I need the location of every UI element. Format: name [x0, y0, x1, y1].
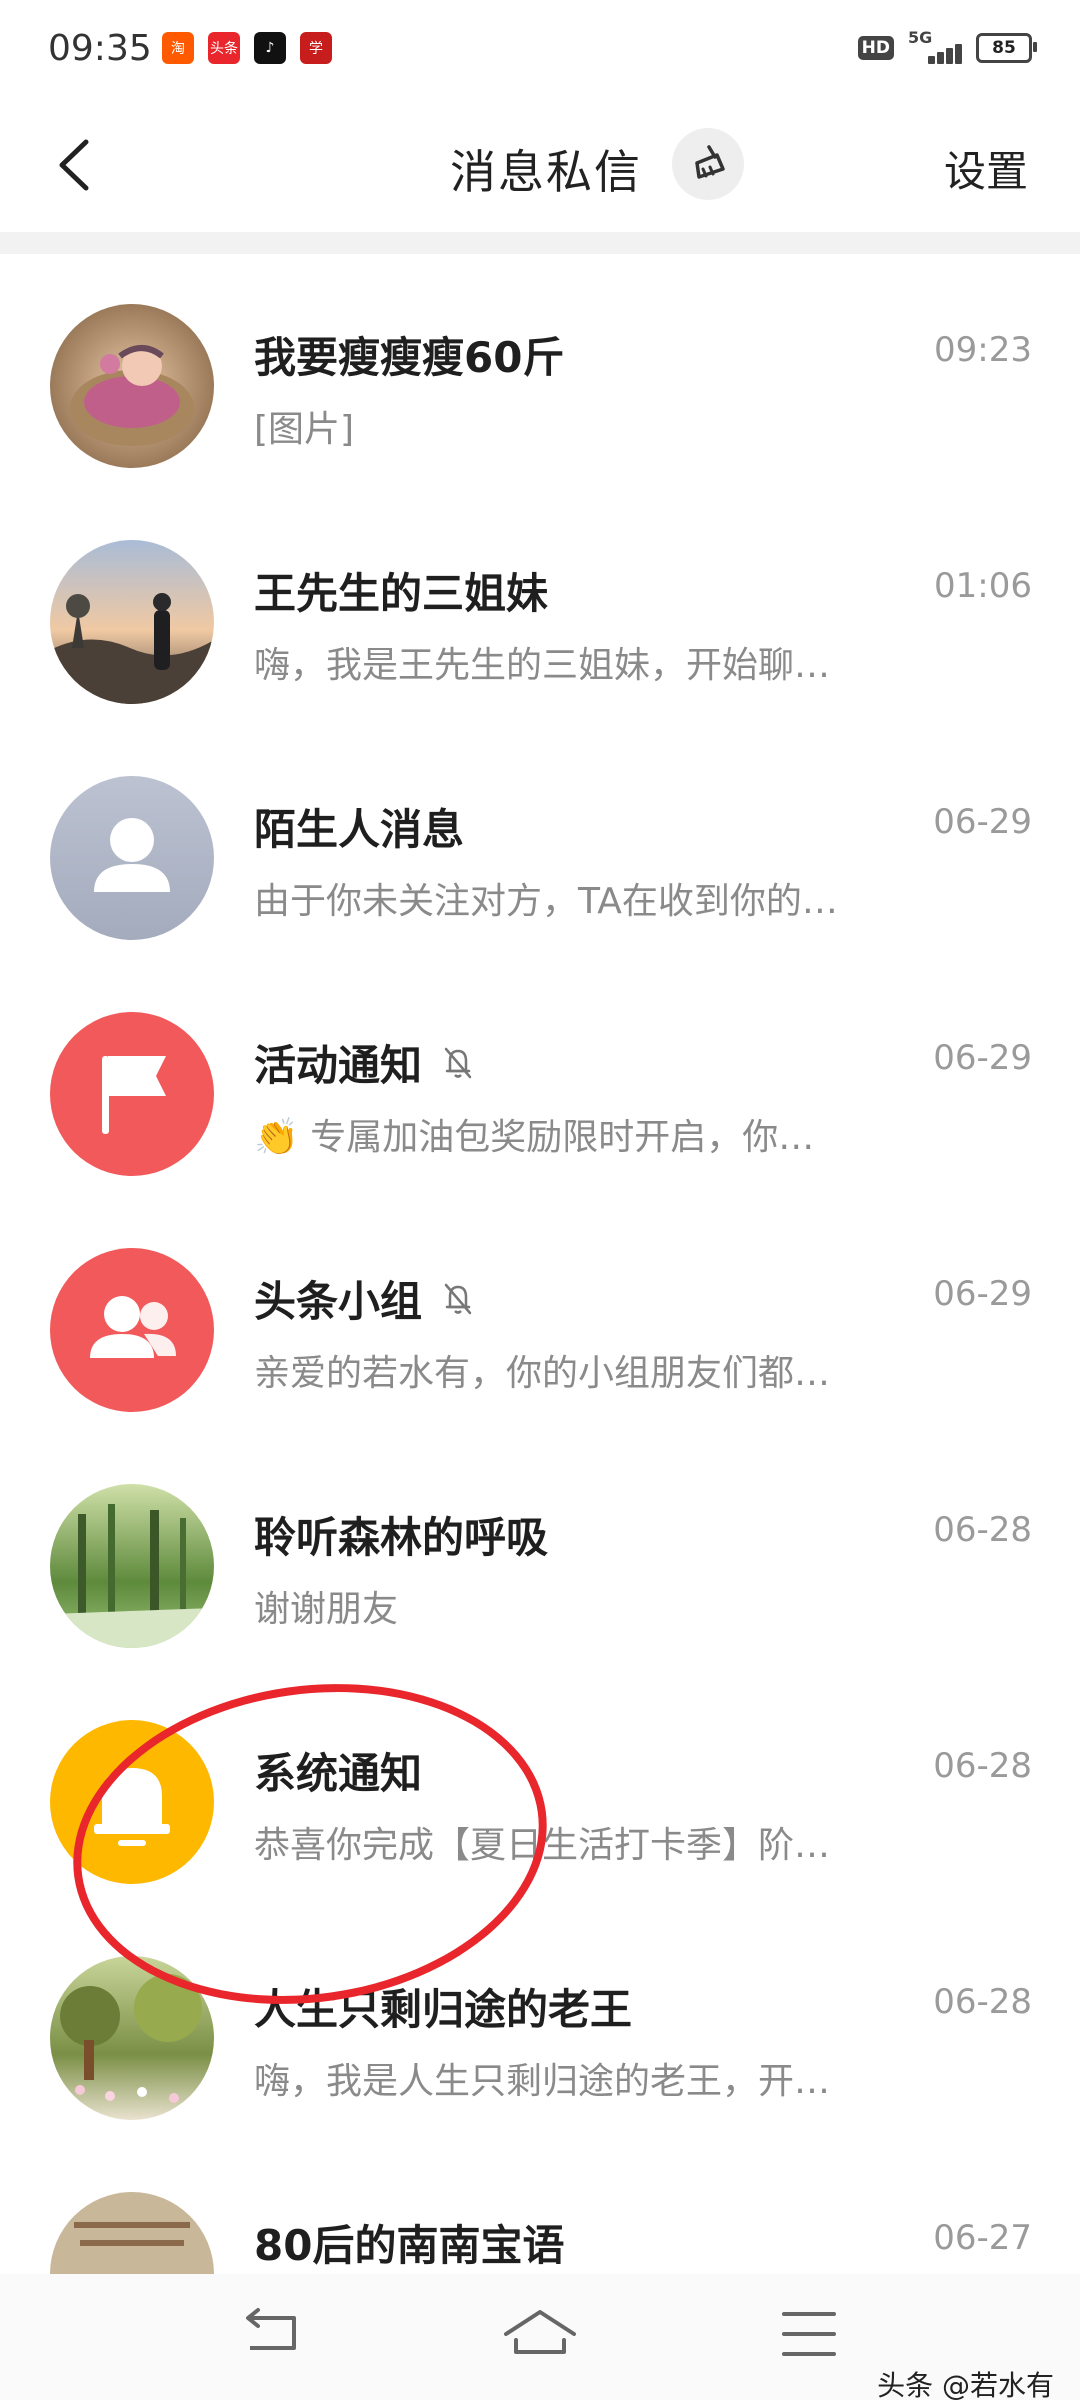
conversation-time: 06-28	[933, 1746, 1032, 1786]
bell-icon[interactable]	[50, 1720, 214, 1884]
person-icon[interactable]	[50, 776, 214, 940]
conversation-name-line: 80后的南南宝语	[254, 2212, 564, 2273]
conversation-time: 06-27	[933, 2218, 1032, 2258]
clear-unread-button[interactable]	[672, 128, 744, 200]
signal-icon: 5G	[908, 28, 962, 66]
flag-icon[interactable]	[50, 1012, 214, 1176]
conversation-name-line: 陌生人消息	[254, 796, 464, 857]
conversation-name-line: 活动通知	[254, 1032, 478, 1093]
conversation-time: 06-28	[933, 1982, 1032, 2022]
battery-icon: 85	[976, 33, 1037, 63]
conversation-row[interactable]: 王先生的三姐妹 01:06 嗨，我是王先生的三姐妹，开始聊…	[0, 490, 1080, 730]
conversation-row[interactable]: 聆听森林的呼吸 06-28 谢谢朋友	[0, 1434, 1080, 1674]
conversation-name: 头条小组	[254, 1277, 423, 1326]
status-bar: 09:35 淘头条 ♪ 学 HD 5G 85	[0, 0, 1080, 100]
conversation-time: 06-28	[933, 1510, 1032, 1550]
conversation-name-line: 头条小组	[254, 1268, 478, 1329]
battery-level: 85	[992, 38, 1016, 58]
back-button[interactable]	[44, 130, 114, 200]
nav-menu-button[interactable]	[772, 2304, 852, 2364]
conversation-preview: 恭喜你完成【夏日生活打卡季】阶…	[254, 1825, 831, 1866]
nav-back-icon	[246, 2308, 296, 2350]
conversation-time: 06-29	[933, 802, 1032, 842]
conversation-row[interactable]: 活动通知 06-29 👏 专属加油包奖励限时开启，你…	[0, 962, 1080, 1202]
back-arrow-icon	[59, 139, 89, 191]
conversation-preview: 嗨，我是人生只剩归途的老王，开…	[254, 2061, 831, 2102]
conversation-name-line: 王先生的三姐妹	[254, 560, 548, 621]
conversation-preview: 嗨，我是王先生的三姐妹，开始聊…	[254, 645, 831, 686]
avatar[interactable]	[50, 1956, 214, 2120]
network-type: 5G	[908, 28, 933, 47]
nav-home-icon	[504, 2310, 576, 2354]
conversation-name-line: 系统通知	[254, 1740, 422, 1801]
conversation-time: 06-29	[933, 1274, 1032, 1314]
conversation-row[interactable]: 陌生人消息 06-29 由于你未关注对方，TA在收到你的…	[0, 726, 1080, 966]
tiktok-app-icon: ♪	[254, 32, 286, 64]
conversation-name: 人生只剩归途的老王	[254, 1985, 633, 2034]
settings-button[interactable]: 设置	[944, 138, 1028, 199]
conversation-name-line: 人生只剩归途的老王	[254, 1976, 632, 2037]
conversation-row[interactable]: 头条小组 06-29 亲爱的若水有，你的小组朋友们都…	[0, 1198, 1080, 1438]
avatar[interactable]	[50, 2192, 214, 2274]
menu-icon	[782, 2312, 836, 2356]
avatar[interactable]	[50, 1484, 214, 1648]
conversation-time: 01:06	[934, 566, 1032, 606]
mute-icon	[438, 1043, 478, 1083]
hd-badge: HD	[857, 36, 894, 60]
nav-home-button[interactable]	[500, 2304, 580, 2364]
broom-icon	[695, 145, 725, 179]
conversation-row[interactable]: 人生只剩归途的老王 06-28 嗨，我是人生只剩归途的老王，开…	[0, 1906, 1080, 2146]
conversation-time: 06-29	[933, 1038, 1032, 1078]
conversation-row[interactable]: 我要瘦瘦瘦60斤 09:23 [图片]	[0, 254, 1080, 494]
conversation-name-line: 我要瘦瘦瘦60斤	[254, 324, 564, 385]
conversation-name: 王先生的三姐妹	[254, 569, 549, 618]
conversation-preview: 由于你未关注对方，TA在收到你的…	[254, 881, 838, 922]
group-icon[interactable]	[50, 1248, 214, 1412]
top-bar: 消息私信 设置	[0, 100, 1080, 230]
status-time: 09:35	[48, 28, 152, 69]
taobao-app-icon: 淘	[162, 32, 194, 64]
conversation-preview: 👏 专属加油包奖励限时开启，你…	[254, 1117, 815, 1158]
avatar[interactable]	[50, 304, 214, 468]
page-title: 消息私信	[450, 145, 642, 199]
conversation-preview: 谢谢朋友	[254, 1589, 399, 1630]
conversation-name: 活动通知	[254, 1041, 423, 1090]
conversation-name: 陌生人消息	[254, 805, 465, 854]
conversation-name: 80后的南南宝语	[254, 2221, 565, 2270]
nav-back-button[interactable]	[230, 2304, 310, 2364]
conversation-row[interactable]: 系统通知 06-28 恭喜你完成【夏日生活打卡季】阶…	[0, 1670, 1080, 1910]
conversation-preview: [图片]	[254, 409, 355, 450]
avatar[interactable]	[50, 540, 214, 704]
status-right: HD 5G 85	[857, 28, 1037, 66]
conversation-name-line: 聆听森林的呼吸	[254, 1504, 548, 1565]
conversation-row[interactable]: 80后的南南宝语 06-27	[0, 2142, 1080, 2274]
conversation-list[interactable]: 我要瘦瘦瘦60斤 09:23 [图片] 王先生的三姐妹 01:06 嗨，我是王先生的三姐…	[0, 254, 1080, 2274]
conversation-name: 聆听森林的呼吸	[254, 1513, 549, 1562]
mute-icon	[438, 1279, 478, 1319]
header-divider	[0, 232, 1080, 254]
conversation-name: 系统通知	[254, 1749, 423, 1798]
status-app-icons: 淘头条 ♪ 学	[162, 32, 332, 64]
watermark: 头条 @若水有	[877, 2369, 1054, 2402]
conversation-name: 我要瘦瘦瘦60斤	[254, 333, 565, 382]
toutiao-app-icon: 头条	[208, 32, 240, 64]
conversation-preview: 亲爱的若水有，你的小组朋友们都…	[254, 1353, 831, 1394]
conversation-time: 09:23	[934, 330, 1032, 370]
xuexi-app-icon: 学	[300, 32, 332, 64]
